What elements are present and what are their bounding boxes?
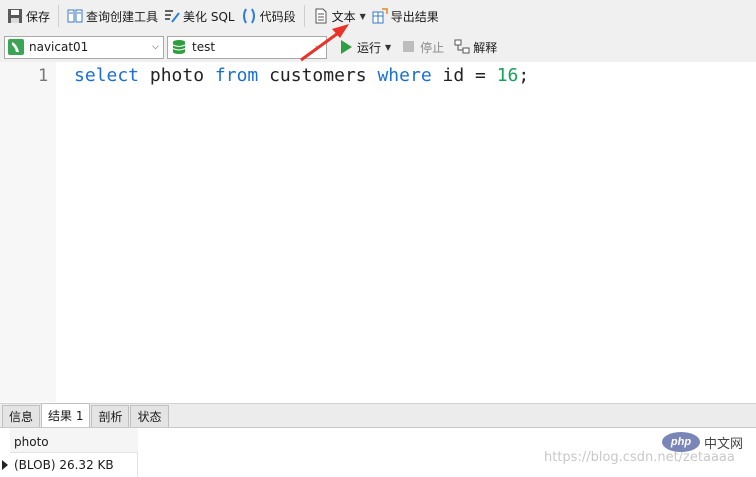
explain-icon: [454, 39, 470, 55]
text-view-label: 文本: [331, 9, 356, 24]
explain-button[interactable]: 解释: [451, 35, 500, 59]
query-builder-icon: [67, 8, 83, 24]
site-name: 中文网: [704, 436, 744, 452]
code-line[interactable]: select photo from customers where id = 1…: [74, 65, 529, 86]
stop-icon: [401, 39, 417, 55]
database-value: test: [192, 40, 216, 54]
code-snippet-button[interactable]: 代码段: [238, 4, 299, 28]
play-icon: [338, 39, 354, 55]
export-results-button[interactable]: 导出结果: [369, 4, 442, 28]
main-toolbar: 保存 查询创建工具 美化 SQL 代码段 文本 ▼ 导出结果: [0, 0, 756, 32]
chevron-down-icon: ⌵: [152, 41, 159, 52]
database-icon: [171, 39, 187, 55]
result-tab[interactable]: 结果 1: [41, 403, 91, 427]
result-tab[interactable]: 信息: [2, 405, 41, 427]
connection-icon: [8, 39, 24, 55]
beautify-icon: [164, 8, 180, 24]
sql-text: id =: [431, 65, 497, 86]
code-snippet-icon: [241, 8, 257, 24]
query-builder-label: 查询创建工具: [86, 9, 159, 24]
result-tab-strip: 信息 结果 1 剖析 状态: [0, 403, 756, 428]
result-tab[interactable]: 剖析: [91, 405, 130, 427]
php-logo: php: [662, 432, 700, 452]
column-header-photo[interactable]: photo: [10, 428, 138, 453]
save-button[interactable]: 保存: [4, 4, 53, 28]
chevron-down-icon[interactable]: ▼: [385, 43, 391, 52]
sql-text: photo: [139, 65, 215, 86]
sql-keyword: from: [214, 65, 259, 86]
chevron-down-icon: ⌵: [315, 41, 322, 52]
connection-toolbar: navicat01 ⌵ test ⌵ 运行 ▼ 停止 解释: [0, 32, 756, 62]
stop-button[interactable]: 停止: [398, 35, 447, 59]
toolbar-divider: [303, 5, 305, 27]
site-logo: php 中文网: [662, 432, 743, 452]
query-builder-button[interactable]: 查询创建工具: [64, 4, 161, 28]
chevron-down-icon[interactable]: ▼: [360, 12, 366, 21]
watermark-url: https://blog.csdn.net/zetaaaa: [544, 450, 735, 465]
current-row-marker-icon: [2, 460, 8, 470]
run-label: 运行: [357, 40, 382, 55]
sql-editor[interactable]: 1 select photo from customers where id =…: [0, 62, 756, 402]
export-icon: [372, 8, 388, 24]
line-number: 1: [38, 66, 49, 86]
save-label: 保存: [26, 9, 51, 24]
explain-label: 解释: [473, 40, 498, 55]
stop-label: 停止: [420, 40, 445, 55]
text-view-button[interactable]: 文本 ▼: [310, 4, 369, 28]
code-area[interactable]: [56, 62, 756, 402]
result-tab[interactable]: 状态: [130, 405, 169, 427]
beautify-sql-button[interactable]: 美化 SQL: [161, 4, 238, 28]
sql-keyword: select: [74, 65, 140, 86]
sql-number: 16: [496, 65, 519, 86]
beautify-sql-label: 美化 SQL: [183, 9, 235, 24]
code-snippet-label: 代码段: [259, 9, 296, 24]
text-document-icon: [313, 8, 329, 24]
sql-text: ;: [518, 65, 530, 86]
toolbar-divider: [58, 5, 60, 27]
export-results-label: 导出结果: [390, 9, 439, 24]
database-select[interactable]: test ⌵: [167, 35, 327, 59]
sql-keyword: where: [377, 65, 432, 86]
grid-cell[interactable]: (BLOB) 26.32 KB: [10, 453, 138, 475]
connection-value: navicat01: [29, 40, 89, 54]
connection-select[interactable]: navicat01 ⌵: [4, 35, 164, 59]
save-icon: [7, 8, 23, 24]
run-button[interactable]: 运行 ▼: [335, 35, 394, 59]
sql-text: customers: [258, 65, 378, 86]
line-number-gutter: [0, 62, 56, 402]
